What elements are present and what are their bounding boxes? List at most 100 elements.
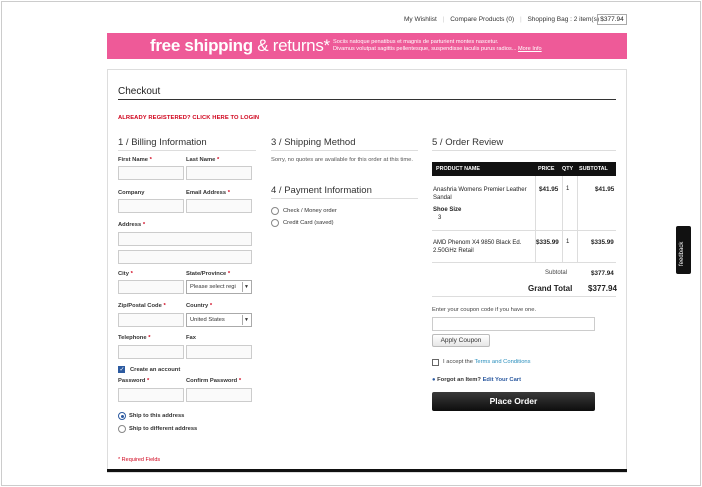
credit-card-radio[interactable] xyxy=(271,219,279,227)
state-select-value: Please select regi xyxy=(190,284,236,290)
banner-headline-light: & returns* xyxy=(252,36,330,55)
coupon-code-field[interactable] xyxy=(432,317,595,331)
place-order-button[interactable]: Place Order xyxy=(432,392,595,411)
fax-field[interactable] xyxy=(186,345,252,359)
required-marker: * xyxy=(163,303,166,309)
ship-to-this-address-label: Ship to this address xyxy=(129,413,185,419)
last-name-label-text: Last Name xyxy=(186,157,216,163)
required-marker: * xyxy=(148,335,151,341)
company-field[interactable] xyxy=(118,199,184,213)
col-subtotal: SUBTOTAL xyxy=(579,166,608,172)
zip-field[interactable] xyxy=(118,313,184,327)
feedback-label: feedback xyxy=(679,241,685,266)
item-subtotal: $41.95 xyxy=(595,186,615,193)
item-price: $41.95 xyxy=(539,186,559,193)
password-label: Password * xyxy=(118,378,149,384)
row-divider xyxy=(432,230,616,231)
bag-total-badge[interactable]: $377.94 xyxy=(597,14,627,25)
coupon-prompt: Enter your coupon code if you have one. xyxy=(432,307,537,313)
create-account-checkbox[interactable] xyxy=(118,366,125,373)
required-marker: * xyxy=(149,157,152,163)
chevron-down-icon: ▼ xyxy=(242,282,250,292)
city-field[interactable] xyxy=(118,280,184,294)
product-name-line-1: AMD Phenom X4 9850 Black Ed. xyxy=(433,240,522,246)
terms-prefix: I accept the xyxy=(443,359,475,365)
product-name-line-2: 2.50GHz Retail xyxy=(433,248,474,254)
email-label-text: Email Address xyxy=(186,190,227,196)
first-name-field[interactable] xyxy=(118,166,184,180)
billing-divider xyxy=(118,150,256,151)
telephone-field[interactable] xyxy=(118,345,184,359)
required-marker: * xyxy=(130,271,133,277)
required-marker: * xyxy=(147,378,150,384)
row-divider xyxy=(432,262,616,263)
item-price: $335.99 xyxy=(536,239,559,246)
ship-to-different-address-radio[interactable] xyxy=(118,425,126,433)
country-select[interactable]: United States ▼ xyxy=(186,313,252,327)
banner-headline-bold: free shipping xyxy=(150,36,253,55)
item-qty: 1 xyxy=(566,186,570,192)
table-row: AMD Phenom X4 9850 Black Ed. 2.50GHz Ret… xyxy=(433,239,521,255)
ship-to-different-address-label: Ship to different address xyxy=(129,426,198,432)
required-marker: * xyxy=(227,190,230,196)
product-name-line-2: Sandal xyxy=(433,195,452,201)
required-fields-note: * Required Fields xyxy=(118,457,161,463)
forgot-item-row: ● Forgot an Item? Edit Your Cart xyxy=(432,377,521,383)
shipping-method-title: 3 / Shipping Method xyxy=(271,137,356,148)
panel-bottom-bar xyxy=(107,469,627,472)
password-field[interactable] xyxy=(118,388,184,402)
apply-coupon-button[interactable]: Apply Coupon xyxy=(432,334,490,347)
banner-headline: free shipping & returns* xyxy=(150,36,330,56)
login-link[interactable]: ALREADY REGISTERED? CLICK HERE TO LOGIN xyxy=(118,115,259,121)
confirm-password-field[interactable] xyxy=(186,388,252,402)
feedback-tab[interactable]: feedback xyxy=(676,226,691,274)
email-field[interactable] xyxy=(186,199,252,213)
grand-total-label: Grand Total xyxy=(528,284,573,293)
company-label: Company xyxy=(118,190,145,196)
required-marker: * xyxy=(142,222,146,228)
banner-line-1: Sociis natoque penatibus et magnis de pa… xyxy=(333,39,499,45)
credit-card-label: Credit Card (saved) xyxy=(283,220,334,226)
subtotal-value: $377.94 xyxy=(591,270,614,277)
state-label-text: State/Province xyxy=(186,271,227,277)
terms-checkbox[interactable] xyxy=(432,359,439,366)
grand-total-value: $377.94 xyxy=(588,284,617,293)
address-label-text: Address xyxy=(118,222,142,228)
required-marker: * xyxy=(238,378,242,384)
payment-divider xyxy=(271,198,418,199)
col-qty: QTY xyxy=(562,166,574,172)
product-option-value: 3 xyxy=(438,215,442,221)
table-row: Anashria Womens Premier Leather Sandal S… xyxy=(433,186,527,222)
check-money-order-radio[interactable] xyxy=(271,207,279,215)
col-product-name: PRODUCT NAME xyxy=(436,166,481,172)
billing-section-title: 1 / Billing Information xyxy=(118,137,207,148)
compare-products-link[interactable]: Compare Products (0) xyxy=(450,16,514,23)
shopping-bag-link[interactable]: Shopping Bag : 2 item(s) xyxy=(527,16,599,23)
wishlist-link[interactable]: My Wishlist xyxy=(404,16,437,23)
terms-link[interactable]: Terms and Conditions xyxy=(474,359,530,365)
item-qty: 1 xyxy=(566,239,570,245)
country-select-value: United States xyxy=(190,317,225,323)
state-select[interactable]: Please select regi ▼ xyxy=(186,280,252,294)
edit-cart-link[interactable]: Edit Your Cart xyxy=(483,377,521,383)
shipping-divider xyxy=(271,150,418,151)
banner-line-2-text: Divamus volutpat sagittis pellentesque, … xyxy=(333,46,517,52)
review-divider xyxy=(432,150,616,151)
ship-to-this-address-radio[interactable] xyxy=(118,412,126,420)
zip-label-text: Zip/Postal Code xyxy=(118,303,162,309)
product-option-label: Shoe Size xyxy=(433,207,462,213)
city-label-text: City xyxy=(118,271,129,277)
chevron-down-icon: ▼ xyxy=(242,315,250,325)
zip-label: Zip/Postal Code * xyxy=(118,303,166,309)
item-subtotal: $335.99 xyxy=(591,239,614,246)
banner-description: Sociis natoque penatibus et magnis de pa… xyxy=(333,39,623,53)
address-line-1-field[interactable] xyxy=(118,232,252,246)
password-label-text: Password xyxy=(118,378,146,384)
more-info-link[interactable]: More Info xyxy=(518,46,542,52)
column-divider xyxy=(535,176,536,262)
address-line-2-field[interactable] xyxy=(118,250,252,264)
payment-info-title: 4 / Payment Information xyxy=(271,185,372,196)
last-name-field[interactable] xyxy=(186,166,252,180)
order-review-title: 5 / Order Review xyxy=(432,137,504,148)
column-divider xyxy=(562,176,563,262)
